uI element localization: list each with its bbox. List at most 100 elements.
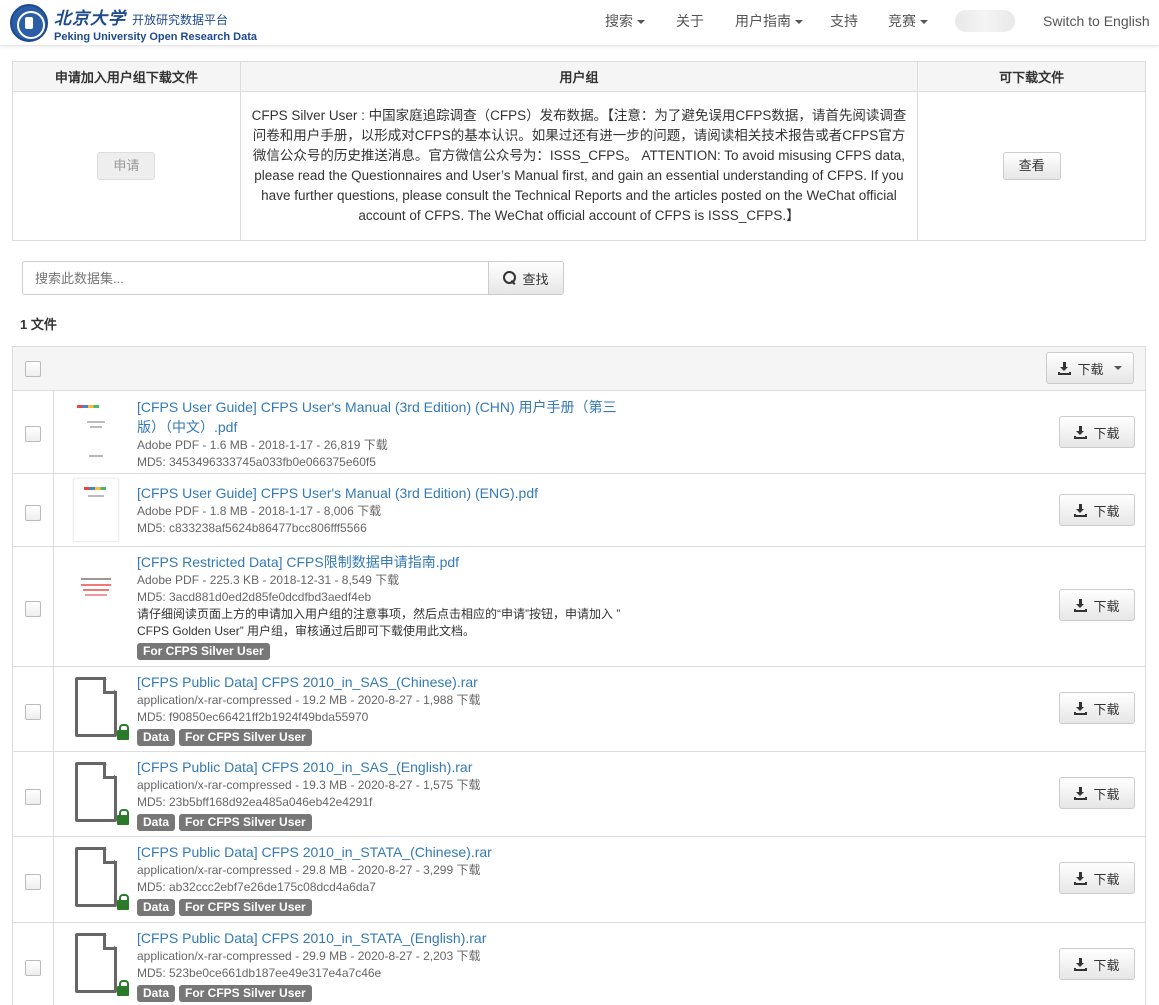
download-button[interactable]: 下载 (1059, 416, 1135, 448)
file-meta: application/x-rar-compressed - 19.3 MB -… (137, 778, 481, 792)
file-table-header: 下载 (13, 347, 1145, 391)
nav-guide-dropdown[interactable]: 用户指南 (735, 0, 803, 44)
file-icon[interactable] (73, 847, 129, 910)
file-tag[interactable]: For CFPS Silver User (179, 814, 312, 831)
file-tag[interactable]: Data (137, 814, 176, 831)
brand-text: 北京大学 开放研究数据平台 Peking University Open Res… (54, 4, 257, 43)
file-name-link[interactable]: [CFPS Public Data] CFPS 2010_in_SAS_(Chi… (137, 672, 637, 692)
nav-support-label: 支持 (830, 13, 858, 29)
file-md5: MD5: 3acd881d0ed2d85fe0dcdfbd3aedf4eb (137, 590, 372, 604)
file-tag[interactable]: For CFPS Silver User (179, 729, 312, 746)
file-tags: For CFPS Silver User (137, 643, 697, 660)
file-tags: Data For CFPS Silver User (137, 814, 637, 831)
file-select-checkbox[interactable] (25, 960, 41, 976)
navbar: 北京大学 开放研究数据平台 Peking University Open Res… (0, 0, 1159, 46)
search-icon (503, 271, 517, 285)
file-row: [CFPS Restricted Data] CFPS限制数据申请指南.pdf … (13, 547, 1145, 667)
file-info: [CFPS Public Data] CFPS 2010_in_STATA_(E… (137, 928, 637, 1002)
file-md5: MD5: 23b5bff168d92ea485a046eb42e4291f (137, 795, 373, 809)
view-files-button[interactable]: 查看 (1002, 152, 1061, 180)
file-info: [CFPS Restricted Data] CFPS限制数据申请指南.pdf … (137, 552, 697, 660)
file-md5: MD5: ab32ccc2ebf7e26de175c08dcd4a6da7 (137, 880, 376, 894)
file-select-checkbox[interactable] (25, 601, 41, 617)
file-select-checkbox[interactable] (25, 426, 41, 442)
pdf-thumbnail-icon[interactable] (73, 575, 119, 605)
file-name-link[interactable]: [CFPS Restricted Data] CFPS限制数据申请指南.pdf (137, 552, 697, 572)
nav-support-link[interactable]: 支持 (830, 0, 858, 44)
nav-search-dropdown[interactable]: 搜索 (605, 0, 645, 44)
file-name-link[interactable]: [CFPS Public Data] CFPS 2010_in_SAS_(Eng… (137, 757, 637, 777)
nav-about-link[interactable]: 关于 (676, 0, 704, 44)
download-all-label: 下载 (1077, 361, 1104, 377)
nav-language-switch[interactable]: Switch to English (1043, 0, 1150, 44)
access-header-files: 可下载文件 (917, 61, 1146, 92)
file-info: [CFPS Public Data] CFPS 2010_in_SAS_(Chi… (137, 672, 637, 746)
pdf-thumbnail-icon[interactable] (73, 478, 119, 542)
access-group-cell: CFPS Silver User : 中国家庭追踪调查（CFPS）发布数据。【注… (239, 91, 919, 241)
file-info: [CFPS User Guide] CFPS User's Manual (3r… (137, 483, 637, 537)
file-tag[interactable]: Data (137, 899, 176, 916)
download-label: 下载 (1093, 503, 1120, 519)
file-name-link[interactable]: [CFPS Public Data] CFPS 2010_in_STATA_(E… (137, 928, 637, 948)
file-tag[interactable]: For CFPS Silver User (179, 899, 312, 916)
file-meta: Adobe PDF - 1.8 MB - 2018-1-17 - 8,006 下… (137, 504, 382, 518)
brand-cn-name: 北京大学 (54, 8, 126, 29)
file-meta: Adobe PDF - 225.3 KB - 2018-12-31 - 8,54… (137, 573, 400, 587)
download-button[interactable]: 下载 (1059, 692, 1135, 724)
user-account-menu[interactable] (955, 10, 1015, 32)
download-icon (1074, 598, 1088, 612)
access-apply-cell: 申请 (12, 91, 241, 241)
download-label: 下载 (1093, 598, 1120, 614)
file-select-checkbox[interactable] (25, 704, 41, 720)
file-tag[interactable]: For CFPS Silver User (179, 985, 312, 1002)
nav-contest-dropdown[interactable]: 竞赛 (888, 0, 928, 44)
file-name-link[interactable]: [CFPS Public Data] CFPS 2010_in_STATA_(C… (137, 842, 637, 862)
dataset-search-input[interactable] (22, 261, 489, 295)
row-divider (53, 391, 54, 473)
file-name-link[interactable]: [CFPS User Guide] CFPS User's Manual (3r… (137, 483, 637, 503)
file-md5: MD5: f90850ec66421ff2b1924f49bda55970 (137, 710, 369, 724)
file-row: [CFPS Public Data] CFPS 2010_in_STATA_(E… (13, 923, 1145, 1005)
file-icon[interactable] (73, 933, 129, 996)
file-info: [CFPS Public Data] CFPS 2010_in_SAS_(Eng… (137, 757, 637, 831)
download-button[interactable]: 下载 (1059, 777, 1135, 809)
apply-button[interactable]: 申请 (97, 152, 156, 180)
select-all-checkbox[interactable] (25, 361, 41, 377)
file-md5: MD5: 523be0ce661db187ee49e317e4a7c46e (137, 966, 382, 980)
search-button[interactable]: 查找 (488, 261, 564, 295)
row-divider (53, 752, 54, 836)
download-button[interactable]: 下载 (1059, 948, 1135, 980)
brand-logo-link[interactable]: 北京大学 开放研究数据平台 Peking University Open Res… (10, 3, 257, 43)
access-header-group: 用户组 (239, 61, 919, 92)
university-seal-icon (10, 4, 48, 42)
file-tag[interactable]: Data (137, 729, 176, 746)
chevron-down-icon (1113, 366, 1122, 370)
file-tag[interactable]: Data (137, 985, 176, 1002)
pdf-thumbnail-icon[interactable] (73, 399, 119, 464)
download-button[interactable]: 下载 (1059, 862, 1135, 894)
file-name-link[interactable]: [CFPS User Guide] CFPS User's Manual (3r… (137, 397, 627, 437)
row-divider (53, 837, 54, 922)
file-tag[interactable]: For CFPS Silver User (137, 643, 270, 660)
nav-language-label: Switch to English (1043, 13, 1150, 29)
download-all-dropdown-button[interactable]: 下载 (1046, 352, 1134, 384)
download-icon (1058, 361, 1072, 375)
file-select-checkbox[interactable] (25, 874, 41, 890)
file-table: 下载 [CFPS User Guide] CFPS User's Manual … (12, 346, 1146, 1005)
file-select-checkbox[interactable] (25, 789, 41, 805)
unlocked-icon (117, 724, 129, 740)
file-row: [CFPS User Guide] CFPS User's Manual (3r… (13, 391, 1145, 474)
file-select-checkbox[interactable] (25, 505, 41, 521)
chevron-down-icon (920, 20, 928, 25)
download-button[interactable]: 下载 (1059, 589, 1135, 621)
download-label: 下载 (1093, 701, 1120, 717)
download-label: 下载 (1093, 871, 1120, 887)
file-icon[interactable] (73, 677, 129, 740)
file-description: 请仔细阅读页面上方的申请加入用户组的注意事项，然后点击相应的“申请”按钮，申请加… (137, 607, 621, 621)
download-button[interactable]: 下载 (1059, 494, 1135, 526)
file-row: [CFPS Public Data] CFPS 2010_in_SAS_(Chi… (13, 667, 1145, 752)
file-meta: application/x-rar-compressed - 29.9 MB -… (137, 949, 481, 963)
download-label: 下载 (1093, 425, 1120, 441)
chevron-down-icon (637, 20, 645, 25)
file-icon[interactable] (73, 762, 129, 825)
